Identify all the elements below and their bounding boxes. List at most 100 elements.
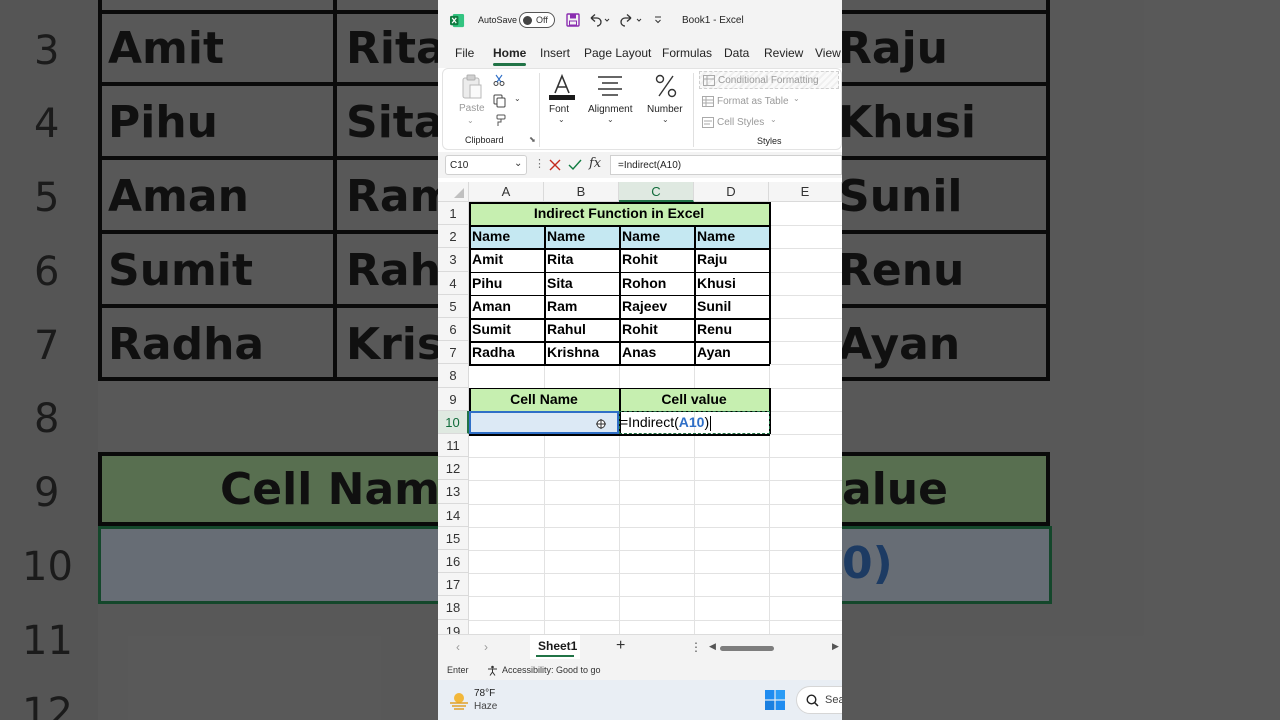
tab-page-layout[interactable]: Page Layout — [584, 46, 651, 60]
scroll-left-icon[interactable]: ◀ — [709, 641, 716, 652]
taskbar-search[interactable]: Sea — [796, 686, 842, 714]
formula-edit-cell[interactable]: =Indirect(A10) — [619, 411, 769, 434]
column-header[interactable]: E — [769, 182, 842, 202]
row-header[interactable]: 18 — [438, 596, 469, 620]
data-cell[interactable]: Aman — [469, 295, 544, 318]
data-cell[interactable]: Renu — [694, 318, 769, 341]
data-cell[interactable]: Sita — [544, 272, 619, 295]
row-header[interactable]: 12 — [438, 457, 469, 481]
data-cell[interactable]: Ram — [544, 295, 619, 318]
data-cell[interactable]: Rohon — [619, 272, 694, 295]
sheet-tab-sheet1[interactable]: Sheet1 — [530, 635, 580, 659]
data-cell[interactable]: Ayan — [694, 341, 769, 364]
cell-value-label[interactable]: Cell value — [619, 388, 769, 411]
insert-function-icon[interactable]: fx — [589, 156, 601, 171]
weather-haze-icon[interactable] — [448, 689, 470, 711]
header-cell[interactable]: Name — [619, 225, 694, 248]
row-header[interactable]: 6 — [438, 318, 469, 342]
copy-chevron-icon[interactable]: ⌄ — [514, 94, 521, 103]
column-header[interactable]: C — [619, 182, 694, 202]
number-chevron-icon: ⌄ — [662, 115, 669, 124]
data-cell[interactable]: Rajeev — [619, 295, 694, 318]
gridline — [469, 480, 842, 482]
row-header[interactable]: 2 — [438, 225, 469, 249]
data-cell[interactable]: Raju — [694, 248, 769, 271]
clipboard-launcher-icon[interactable]: ⬊ — [529, 135, 536, 144]
header-cell[interactable]: Name — [469, 225, 544, 248]
data-cell[interactable]: Radha — [469, 341, 544, 364]
row-header[interactable]: 5 — [438, 294, 469, 318]
row-header[interactable]: 19 — [438, 619, 469, 634]
data-cell[interactable]: Krishna — [544, 341, 619, 364]
row-header[interactable]: 9 — [438, 387, 469, 411]
data-cell[interactable]: Rohit — [619, 318, 694, 341]
row-header[interactable]: 16 — [438, 550, 469, 574]
tab-data[interactable]: Data — [724, 46, 749, 60]
data-cell[interactable]: Khusi — [694, 272, 769, 295]
paste-chevron-icon[interactable]: ⌄ — [467, 116, 474, 125]
data-cell[interactable]: Rahul — [544, 318, 619, 341]
conditional-formatting-button[interactable]: Conditional Formatting — [699, 71, 839, 89]
tab-formulas[interactable]: Formulas — [662, 46, 712, 60]
tab-file[interactable]: File — [455, 46, 474, 60]
formula-input[interactable]: =Indirect(A10) — [610, 155, 842, 175]
tab-review[interactable]: Review — [764, 46, 803, 60]
autosave-toggle[interactable]: Off — [519, 12, 555, 28]
windows-start-icon[interactable] — [765, 690, 785, 710]
number-group-button[interactable]: Number ⌄ — [643, 71, 689, 126]
row-header[interactable]: 11 — [438, 434, 469, 458]
row-header[interactable]: 17 — [438, 573, 469, 597]
row-header[interactable]: 10 — [438, 410, 469, 434]
worksheet-grid[interactable]: A B C D E 1 2 3 4 5 6 7 8 9 10 11 12 13 14 15 16 17 18 19 Indire… — [438, 182, 842, 634]
cell-styles-button[interactable]: Cell Styles ⌄ — [699, 114, 839, 132]
tab-home[interactable]: Home — [493, 46, 527, 66]
alignment-group-button[interactable]: Alignment ⌄ — [585, 71, 637, 126]
prev-sheet-icon[interactable]: ‹ — [456, 640, 460, 654]
scroll-right-icon[interactable]: ▶ — [832, 641, 839, 652]
sheet-options-icon[interactable]: ⋮ — [690, 640, 702, 654]
row-header[interactable]: 7 — [438, 341, 469, 365]
row-header[interactable]: 3 — [438, 248, 469, 272]
column-header[interactable]: B — [544, 182, 619, 202]
paste-icon[interactable] — [461, 74, 483, 100]
copy-icon[interactable] — [493, 94, 507, 108]
title-cell[interactable]: Indirect Function in Excel — [469, 202, 769, 225]
cancel-icon[interactable] — [549, 159, 561, 171]
row-header[interactable]: 15 — [438, 526, 469, 550]
cut-icon[interactable] — [493, 74, 505, 86]
accessibility-icon[interactable] — [487, 665, 498, 676]
row-header[interactable]: 1 — [438, 202, 469, 226]
data-cell[interactable]: Anas — [619, 341, 694, 364]
format-as-table-button[interactable]: Format as Table ⌄ — [699, 93, 839, 111]
cell-name-label[interactable]: Cell Name — [469, 388, 619, 411]
data-cell[interactable]: Sunil — [694, 295, 769, 318]
add-sheet-icon[interactable]: + — [616, 637, 625, 655]
name-box[interactable]: C10 ⌄ — [445, 155, 527, 175]
customize-toolbar-icon[interactable] — [653, 15, 663, 25]
data-cell[interactable]: Pihu — [469, 272, 544, 295]
tab-insert[interactable]: Insert — [540, 46, 570, 60]
next-sheet-icon[interactable]: › — [484, 640, 488, 654]
select-all-corner[interactable] — [438, 182, 469, 202]
row-header[interactable]: 8 — [438, 364, 469, 388]
data-cell[interactable]: Amit — [469, 248, 544, 271]
undo-icon[interactable] — [588, 13, 610, 27]
font-group-button[interactable]: Font ⌄ — [543, 71, 581, 126]
weather-temp: 78°F — [474, 688, 496, 699]
column-header[interactable]: D — [694, 182, 769, 202]
tab-view[interactable]: View — [815, 46, 841, 60]
column-header[interactable]: A — [469, 182, 544, 202]
horizontal-scrollbar-thumb[interactable] — [720, 646, 774, 651]
enter-check-icon[interactable] — [568, 159, 582, 171]
format-painter-icon[interactable] — [493, 114, 506, 127]
header-cell[interactable]: Name — [544, 225, 619, 248]
header-cell[interactable]: Name — [694, 225, 769, 248]
data-cell[interactable]: Rohit — [619, 248, 694, 271]
redo-icon[interactable] — [620, 13, 642, 27]
save-icon[interactable] — [566, 13, 580, 27]
row-header[interactable]: 14 — [438, 503, 469, 527]
data-cell[interactable]: Sumit — [469, 318, 544, 341]
row-header[interactable]: 13 — [438, 480, 469, 504]
row-header[interactable]: 4 — [438, 271, 469, 295]
data-cell[interactable]: Rita — [544, 248, 619, 271]
